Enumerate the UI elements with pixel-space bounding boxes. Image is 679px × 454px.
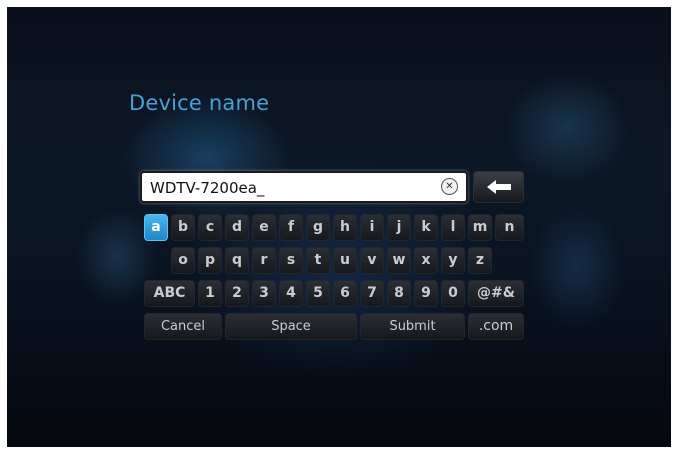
key-g[interactable]: g [306,214,330,241]
key-t[interactable]: t [306,247,330,274]
key-b[interactable]: b [171,214,195,241]
key-p[interactable]: p [198,247,222,274]
device-name-value: WDTV-7200ea_ [150,179,265,197]
key-8[interactable]: 8 [387,280,411,307]
key-o[interactable]: o [171,247,195,274]
key-3[interactable]: 3 [252,280,276,307]
key-j[interactable]: j [387,214,411,241]
key-symbols[interactable]: @#& [468,280,524,307]
key-q[interactable]: q [225,247,249,274]
key-s[interactable]: s [279,247,303,274]
key-r[interactable]: r [252,247,276,274]
key-a[interactable]: a [144,214,168,241]
space-key[interactable]: Space [225,313,357,340]
key-l[interactable]: l [441,214,465,241]
key-m[interactable]: m [468,214,492,241]
key-k[interactable]: k [414,214,438,241]
submit-button[interactable]: Submit [360,313,465,340]
key-d[interactable]: d [225,214,249,241]
key-w[interactable]: w [387,247,411,274]
key-0[interactable]: 0 [441,280,465,307]
key-7[interactable]: 7 [360,280,384,307]
dotcom-key[interactable]: .com [468,313,524,340]
key-1[interactable]: 1 [198,280,222,307]
key-2[interactable]: 2 [225,280,249,307]
key-6[interactable]: 6 [333,280,357,307]
key-abc-shift[interactable]: ABC [144,280,195,307]
key-u[interactable]: u [333,247,357,274]
key-y[interactable]: y [441,247,465,274]
key-x[interactable]: x [414,247,438,274]
key-z[interactable]: z [468,247,492,274]
key-v[interactable]: v [360,247,384,274]
backspace-button[interactable] [473,171,524,203]
device-name-input[interactable]: WDTV-7200ea_ ✕ [140,171,468,203]
backspace-arrow-icon [487,180,511,194]
cancel-button[interactable]: Cancel [144,313,222,340]
clear-circle-x-icon[interactable]: ✕ [441,178,458,195]
key-9[interactable]: 9 [414,280,438,307]
key-c[interactable]: c [198,214,222,241]
key-5[interactable]: 5 [306,280,330,307]
key-h[interactable]: h [333,214,357,241]
key-i[interactable]: i [360,214,384,241]
key-f[interactable]: f [279,214,303,241]
screen: Device name WDTV-7200ea_ ✕ a b c d e f g… [7,7,671,447]
key-e[interactable]: e [252,214,276,241]
key-4[interactable]: 4 [279,280,303,307]
key-n[interactable]: n [495,214,524,241]
page-title: Device name [129,91,270,115]
